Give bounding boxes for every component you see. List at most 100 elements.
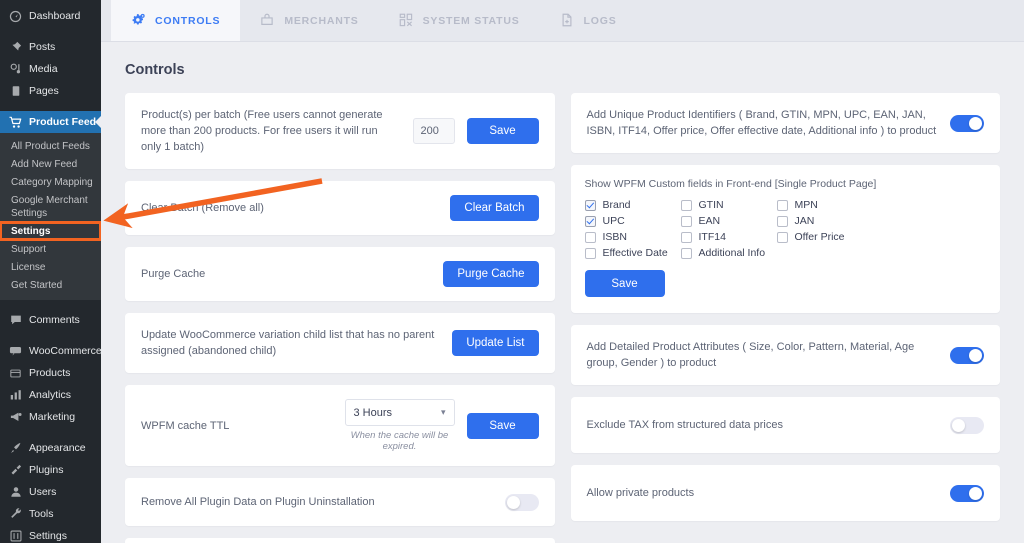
- checkbox-row-additional-info[interactable]: Additional Info: [680, 247, 777, 259]
- cache-ttl-selected-value: 3 Hours: [353, 406, 393, 419]
- sidebar-divider: [0, 102, 101, 111]
- checkbox-jan[interactable]: [776, 215, 788, 227]
- tab-logs[interactable]: LOGS: [540, 0, 637, 41]
- custom-fields-save-wrap: Save: [584, 270, 987, 297]
- pin-icon: [9, 41, 22, 54]
- detailed-attributes-toggle[interactable]: [950, 346, 984, 364]
- checkbox-additional-info[interactable]: [680, 247, 692, 259]
- submenu-item-settings[interactable]: Settings: [0, 221, 101, 241]
- sidebar-item-woocommerce[interactable]: WooCommerce: [0, 340, 101, 362]
- checkbox-row-effective-date[interactable]: Effective Date: [584, 247, 681, 259]
- checkbox-gtin[interactable]: [680, 199, 692, 211]
- clear-batch-button[interactable]: Clear Batch: [450, 195, 539, 221]
- dashboard-squares-icon: [399, 13, 414, 28]
- submenu-item-add-new-feed[interactable]: Add New Feed: [0, 155, 101, 173]
- checkbox-offer-price[interactable]: [776, 231, 788, 243]
- products-icon: [9, 367, 22, 380]
- tab-merchants[interactable]: MERCHANTS: [240, 0, 378, 41]
- checkbox-row-mpn[interactable]: MPN: [776, 199, 887, 211]
- unique-identifiers-label: Add Unique Product Identifiers ( Brand, …: [586, 109, 937, 137]
- toggle-knob: [506, 495, 520, 509]
- card-detailed-attributes: Add Detailed Product Attributes ( Size, …: [570, 325, 1000, 385]
- checkbox-isbn[interactable]: [584, 231, 596, 243]
- submenu-item-all-product-feeds[interactable]: All Product Feeds: [0, 137, 101, 155]
- submenu-item-support[interactable]: Support: [0, 240, 101, 258]
- cache-ttl-select[interactable]: 3 Hours ▾: [344, 399, 455, 426]
- sidebar-item-tools[interactable]: Tools: [0, 503, 101, 525]
- sidebar-item-users[interactable]: Users: [0, 481, 101, 503]
- checkbox-row-upc[interactable]: UPC: [584, 215, 681, 227]
- sidebar-item-label: Product Feed: [29, 116, 97, 128]
- sidebar-item-settings[interactable]: Settings: [0, 525, 101, 543]
- custom-fields-title: Show WPFM Custom fields in Front-end [Si…: [584, 178, 877, 190]
- sidebar-item-product-feed[interactable]: Product Feed: [0, 111, 101, 133]
- admin-screen: Dashboard Posts Media Pages Product Feed…: [0, 0, 1024, 543]
- checkbox-itf14[interactable]: [680, 231, 692, 243]
- checkbox-brand[interactable]: [584, 199, 596, 211]
- submenu-item-get-started[interactable]: Get Started: [0, 276, 101, 294]
- checkbox-upc[interactable]: [584, 215, 596, 227]
- sidebar-item-dashboard[interactable]: Dashboard: [0, 5, 101, 27]
- checkbox-effective-date[interactable]: [584, 247, 596, 259]
- settings-icon: [9, 530, 22, 543]
- tab-controls[interactable]: CONTROLS: [111, 0, 241, 41]
- left-column: Product(s) per batch (Free users cannot …: [125, 93, 555, 543]
- checkbox-row-brand[interactable]: Brand: [584, 199, 681, 211]
- remove-plugin-data-toggle[interactable]: [504, 493, 539, 511]
- products-per-batch-input[interactable]: [412, 118, 455, 144]
- card-update-list: Update WooCommerce variation child list …: [125, 313, 555, 373]
- plugins-icon: [9, 464, 22, 477]
- checkbox-label: Brand: [602, 199, 631, 211]
- save-cache-ttl-button[interactable]: Save: [466, 412, 539, 439]
- purge-cache-button[interactable]: Purge Cache: [443, 261, 539, 287]
- submenu-item-license[interactable]: License: [0, 258, 101, 276]
- card-custom-fields: Show WPFM Custom fields in Front-end [Si…: [570, 165, 1000, 313]
- products-per-batch-label: Product(s) per batch (Free users cannot …: [141, 109, 383, 153]
- submenu-item-google-merchant-settings[interactable]: Google Merchant Settings: [0, 191, 101, 222]
- save-custom-fields-button[interactable]: Save: [584, 270, 665, 297]
- card-products-per-batch: Product(s) per batch (Free users cannot …: [125, 93, 555, 169]
- clear-batch-label: Clear Batch (Remove all): [141, 202, 264, 214]
- checkbox-label: ITF14: [698, 231, 726, 243]
- tab-bar: CONTROLS MERCHANTS SYSTEM STATUS LOGS: [101, 0, 1024, 42]
- sidebar-item-media[interactable]: Media: [0, 58, 101, 80]
- sidebar-item-marketing[interactable]: Marketing: [0, 406, 101, 428]
- checkbox-row-gtin[interactable]: GTIN: [680, 199, 777, 211]
- checkbox-label: Additional Info: [698, 247, 766, 259]
- checkbox-row-offer-price[interactable]: Offer Price: [776, 231, 887, 243]
- checkbox-row-isbn[interactable]: ISBN: [584, 231, 681, 243]
- sidebar-item-posts[interactable]: Posts: [0, 36, 101, 58]
- save-batch-button[interactable]: Save: [466, 118, 539, 144]
- sidebar-divider: [0, 331, 101, 340]
- analytics-icon: [9, 389, 22, 402]
- checkbox-row-ean[interactable]: EAN: [680, 215, 777, 227]
- sidebar-divider: [0, 300, 101, 309]
- checkbox-ean[interactable]: [680, 215, 692, 227]
- card-unique-product-identifiers: Add Unique Product Identifiers ( Brand, …: [570, 93, 1000, 153]
- checkbox-mpn[interactable]: [776, 199, 788, 211]
- tab-system-status[interactable]: SYSTEM STATUS: [379, 0, 540, 41]
- sidebar-item-products[interactable]: Products: [0, 362, 101, 384]
- tab-label: LOGS: [583, 14, 617, 27]
- update-list-button[interactable]: Update List: [452, 330, 539, 356]
- sidebar-item-label: Marketing: [29, 411, 76, 423]
- unique-identifiers-toggle[interactable]: [950, 114, 984, 132]
- submenu-item-category-mapping[interactable]: Category Mapping: [0, 173, 101, 191]
- allow-private-products-toggle[interactable]: [950, 484, 984, 502]
- checkbox-row-itf14[interactable]: ITF14: [680, 231, 777, 243]
- sidebar-item-plugins[interactable]: Plugins: [0, 459, 101, 481]
- sidebar-item-comments[interactable]: Comments: [0, 309, 101, 331]
- checkbox-row-jan[interactable]: JAN: [776, 215, 887, 227]
- marketing-icon: [9, 411, 22, 424]
- sidebar-item-analytics[interactable]: Analytics: [0, 384, 101, 406]
- chevron-down-icon: ▾: [440, 407, 446, 417]
- media-icon: [9, 63, 22, 76]
- exclude-tax-toggle[interactable]: [950, 416, 984, 434]
- detailed-attributes-label: Add Detailed Product Attributes ( Size, …: [586, 341, 915, 369]
- card-remove-plugin-data: Remove All Plugin Data on Plugin Uninsta…: [125, 478, 555, 526]
- appearance-icon: [9, 442, 22, 455]
- sidebar-divider: [0, 428, 101, 437]
- cache-ttl-hint: When the cache will be expired.: [350, 430, 449, 452]
- sidebar-item-pages[interactable]: Pages: [0, 80, 101, 102]
- sidebar-item-appearance[interactable]: Appearance: [0, 437, 101, 459]
